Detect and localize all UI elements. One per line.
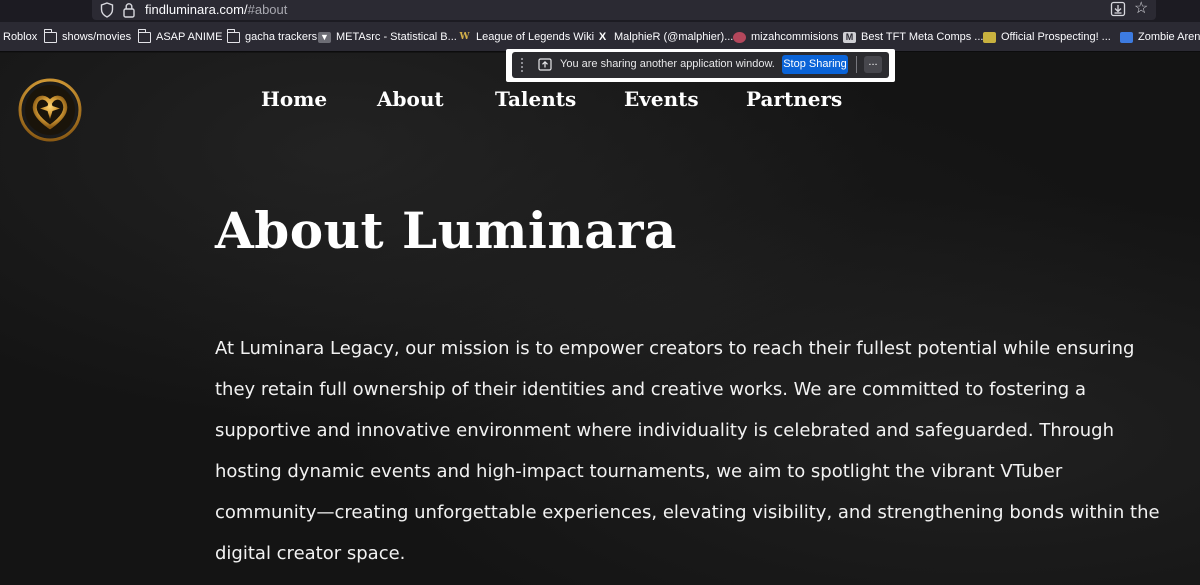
screen-share-panel: You are sharing another application wind…	[512, 52, 889, 78]
divider	[856, 56, 857, 73]
bookmark-label: gacha trackers	[245, 31, 318, 43]
drag-handle[interactable]	[521, 58, 523, 72]
folder-icon	[226, 28, 240, 43]
bookmark-label: Best TFT Meta Comps ...	[861, 31, 984, 43]
bookmark-zombie-arena[interactable]: Zombie Arena	[1120, 30, 1200, 44]
sharing-message: You are sharing another application wind…	[560, 58, 775, 70]
url-text[interactable]: findluminara.com/#about	[145, 2, 287, 17]
bookmark-metasrc[interactable]: ▼ METAsrc - Statistical B...	[318, 30, 457, 44]
about-paragraph: At Luminara Legacy, our mission is to em…	[215, 338, 1160, 564]
bookmark-label: ASAP ANIME	[156, 31, 223, 43]
tft-icon: M	[843, 31, 856, 43]
bookmark-folder-gacha[interactable]: gacha trackers	[226, 28, 318, 44]
x-icon: X	[598, 30, 607, 43]
nav-home[interactable]: Home	[261, 87, 327, 111]
bookmark-label: Roblox	[3, 31, 38, 43]
page-background: Home About Talents Events Partners About…	[0, 53, 1200, 585]
bookmark-prospecting[interactable]: Official Prospecting! ...	[983, 30, 1111, 44]
screen-share-bar: You are sharing another application wind…	[506, 49, 895, 82]
bookmark-label: mizahcommisions	[751, 31, 839, 43]
lol-wiki-icon: W	[459, 31, 470, 42]
bookmark-label: Zombie Arena	[1138, 31, 1200, 43]
bookmark-tft[interactable]: M Best TFT Meta Comps ...	[843, 30, 983, 44]
bookmark-label: METAsrc - Statistical B...	[336, 31, 457, 43]
folder-icon	[137, 28, 151, 43]
prospecting-icon	[983, 31, 996, 43]
stop-sharing-button[interactable]: Stop Sharing	[782, 55, 848, 74]
shield-icon[interactable]	[100, 2, 114, 18]
folder-icon	[43, 28, 57, 43]
bookmark-mizah[interactable]: mizahcommisions	[733, 30, 838, 44]
lock-icon[interactable]	[123, 2, 135, 18]
bookmark-folder-anime[interactable]: ASAP ANIME	[137, 28, 223, 44]
bookmark-x-malphier[interactable]: X MalphieR (@malphier)...	[596, 30, 734, 44]
bookmark-star-icon[interactable]: ☆	[1134, 0, 1148, 18]
url-host: findluminara.com/	[145, 2, 248, 17]
mizah-icon	[733, 31, 746, 43]
bookmark-lol-wiki[interactable]: W League of Legends Wiki	[458, 30, 594, 44]
metasrc-icon: ▼	[318, 31, 331, 43]
bookmark-folder-shows[interactable]: shows/movies	[43, 28, 132, 44]
browser-toolbar: findluminara.com/#about ☆	[0, 0, 1200, 22]
luminara-logo[interactable]	[17, 77, 83, 143]
roblox-icon	[1120, 31, 1133, 43]
url-hash: #about	[247, 2, 288, 17]
bookmark-label: shows/movies	[62, 31, 132, 43]
bookmarks-bar: Roblox shows/movies ASAP ANIME gacha tra…	[0, 22, 1200, 52]
bookmark-label: Official Prospecting! ...	[1001, 31, 1111, 43]
nav-about[interactable]: About	[377, 87, 444, 111]
download-icon[interactable]	[1110, 1, 1126, 17]
nav-talents[interactable]: Talents	[495, 87, 576, 111]
bookmark-label: MalphieR (@malphier)...	[614, 31, 734, 43]
share-screen-icon	[538, 58, 552, 71]
hide-button[interactable]: ...	[864, 56, 882, 73]
bookmark-roblox[interactable]: Roblox	[3, 30, 37, 44]
bookmark-label: League of Legends Wiki	[476, 31, 595, 43]
page-title: About Luminara	[215, 201, 677, 260]
nav-partners[interactable]: Partners	[746, 87, 842, 111]
nav-events[interactable]: Events	[624, 87, 699, 111]
